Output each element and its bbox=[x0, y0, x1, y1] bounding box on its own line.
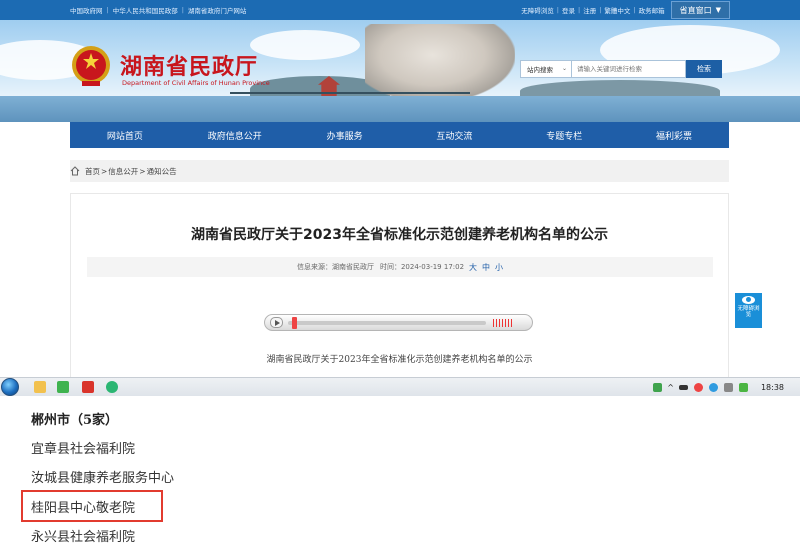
font-size-small[interactable]: 小 bbox=[495, 262, 503, 273]
river-image bbox=[0, 96, 800, 122]
audio-progress-handle[interactable] bbox=[292, 317, 297, 329]
tray-app-icon[interactable] bbox=[653, 383, 663, 392]
accessibility-float-button[interactable]: 无障碍浏览 bbox=[735, 293, 762, 328]
link-ministry[interactable]: 中华人民共和国民政部 bbox=[113, 5, 178, 15]
list-item: 永兴县社会福利院 bbox=[31, 530, 136, 545]
list-item: 汝城县健康养老服务中心 bbox=[31, 471, 175, 486]
tray-expand-icon[interactable]: ^ bbox=[667, 383, 674, 392]
highlight-box bbox=[21, 490, 163, 522]
cloud-decoration bbox=[250, 30, 360, 60]
browser-icon[interactable] bbox=[57, 381, 69, 393]
nav-interaction[interactable]: 互动交流 bbox=[399, 122, 509, 148]
link-hunan-portal[interactable]: 湖南省政府门户网站 bbox=[188, 5, 247, 15]
article-time: 2024-03-19 17:02 bbox=[400, 263, 465, 271]
wechat-tray-icon[interactable] bbox=[738, 383, 748, 392]
link-gov-mail[interactable]: 政务邮箱 bbox=[639, 5, 665, 15]
breadcrumb-info[interactable]: 信息公开 bbox=[108, 166, 138, 177]
system-tray: ^ 18:38 bbox=[650, 378, 800, 397]
list-heading: 郴州市（5家） bbox=[31, 413, 119, 428]
national-emblem-icon bbox=[72, 46, 110, 86]
link-register[interactable]: 注册 bbox=[583, 5, 596, 15]
input-method-icon[interactable] bbox=[723, 383, 733, 392]
article-source: 湖南省民政厅 bbox=[331, 263, 374, 271]
site-search: 站内搜索 ⌄ 检索 bbox=[520, 60, 722, 78]
file-explorer-icon[interactable] bbox=[34, 381, 46, 393]
nav-welfare-lottery[interactable]: 福利彩票 bbox=[619, 122, 729, 148]
list-item: 宜章县社会福利院 bbox=[31, 442, 136, 457]
link-gov-cn[interactable]: 中国政府网 bbox=[70, 5, 103, 15]
home-icon bbox=[70, 166, 80, 176]
breadcrumb-notices[interactable]: 通知公告 bbox=[147, 166, 177, 177]
network-icon[interactable] bbox=[708, 383, 718, 392]
wps-icon[interactable] bbox=[82, 381, 94, 393]
search-button[interactable]: 检索 bbox=[686, 60, 722, 78]
volume-icon[interactable] bbox=[493, 319, 513, 327]
nav-services[interactable]: 办事服务 bbox=[290, 122, 400, 148]
font-size-medium[interactable]: 中 bbox=[482, 262, 490, 273]
taskbar-clock[interactable]: 18:38 bbox=[761, 383, 784, 392]
article-body-first-line: 湖南省民政厅关于2023年全省标准化示范创建养老机构名单的公示 bbox=[266, 355, 533, 365]
external-links: 中国政府网 | 中华人民共和国民政部 | 湖南省政府门户网站 bbox=[70, 5, 247, 15]
windows-taskbar: ^ 18:38 bbox=[0, 377, 800, 396]
nav-home[interactable]: 网站首页 bbox=[70, 122, 180, 148]
start-button-icon[interactable] bbox=[1, 378, 19, 396]
caret-down-icon: ▼ bbox=[715, 6, 721, 14]
search-scope-select[interactable]: 站内搜索 ⌄ bbox=[520, 60, 572, 78]
statue-image bbox=[365, 24, 515, 102]
link-accessible[interactable]: 无障碍浏览 bbox=[521, 5, 554, 15]
search-input[interactable] bbox=[572, 60, 686, 78]
site-subtitle: Department of Civil Affairs of Hunan Pro… bbox=[122, 79, 270, 87]
font-size-large[interactable]: 大 bbox=[469, 262, 477, 273]
breadcrumb-home[interactable]: 首页 bbox=[85, 166, 100, 177]
utility-links: 无障碍浏览 | 登录 | 注册 | 繁體中文 | 政务邮箱 省直窗口 ▼ bbox=[521, 0, 730, 20]
article-meta: 信息来源： 湖南省民政厅 时间： 2024-03-19 17:02 大 中 小 bbox=[87, 257, 713, 277]
audio-progress-track[interactable] bbox=[288, 321, 486, 325]
chevron-down-icon: ⌄ bbox=[561, 65, 567, 72]
provincial-portal-dropdown[interactable]: 省直窗口 ▼ bbox=[670, 1, 730, 19]
nav-topics[interactable]: 专题专栏 bbox=[509, 122, 619, 148]
nav-gov-info[interactable]: 政府信息公开 bbox=[180, 122, 290, 148]
eye-icon bbox=[742, 296, 755, 304]
breadcrumb: 首页 > 信息公开 > 通知公告 bbox=[70, 160, 729, 182]
header-banner: 湖南省民政厅 Department of Civil Affairs of Hu… bbox=[0, 20, 800, 122]
article-card: 湖南省民政厅关于2023年全省标准化示范创建养老机构名单的公示 信息来源： 湖南… bbox=[70, 193, 729, 378]
antivirus-icon[interactable] bbox=[693, 383, 703, 392]
audio-player bbox=[264, 314, 533, 331]
wechat-icon[interactable] bbox=[106, 381, 118, 393]
battery-icon[interactable] bbox=[678, 385, 688, 390]
article-title: 湖南省民政厅关于2023年全省标准化示范创建养老机构名单的公示 bbox=[191, 227, 608, 243]
main-nav: 网站首页 政府信息公开 办事服务 互动交流 专题专栏 福利彩票 bbox=[70, 122, 729, 148]
play-icon[interactable] bbox=[270, 317, 283, 328]
site-title[interactable]: 湖南省民政厅 bbox=[120, 49, 258, 81]
link-login[interactable]: 登录 bbox=[562, 5, 575, 15]
top-links-bar: 中国政府网 | 中华人民共和国民政部 | 湖南省政府门户网站 无障碍浏览 | 登… bbox=[0, 0, 800, 20]
link-traditional-chinese[interactable]: 繁體中文 bbox=[604, 5, 630, 15]
